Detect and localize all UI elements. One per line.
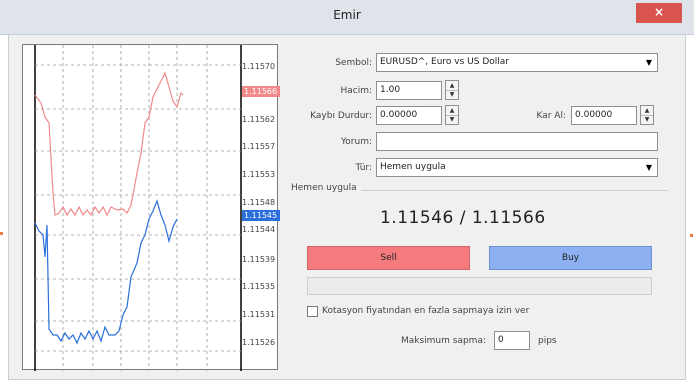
type-value: Hemen uygula [380, 162, 446, 172]
price-scale-label: 1.11535 [242, 282, 276, 291]
bid-ask-price: 1.11546 / 1.11566 [380, 208, 546, 228]
pips-label: pips [538, 336, 557, 346]
max-deviation-label: Maksimum sapma: [400, 336, 486, 346]
ask-price-tag: 1.11566 [242, 86, 280, 97]
ask-price-line [34, 71, 184, 217]
sell-button[interactable]: Sell [307, 246, 470, 270]
price-scale-label: 1.11557 [242, 142, 276, 151]
stepper-down-icon[interactable]: ▼ [446, 90, 458, 99]
symbol-value: EURUSD^, Euro vs US Dollar [380, 57, 509, 67]
symbol-label: Sembol: [335, 58, 372, 68]
max-deviation-input[interactable]: 0 [494, 331, 530, 350]
price-scale-label: 1.11526 [242, 338, 276, 347]
volume-stepper[interactable]: ▲ ▼ [445, 80, 459, 100]
type-select[interactable]: Hemen uygula ▼ [376, 158, 658, 177]
bid-price-tag: 1.11545 [242, 210, 280, 221]
comment-input[interactable] [376, 132, 658, 151]
tick-chart [22, 44, 278, 371]
take-profit-stepper[interactable]: ▲ ▼ [640, 105, 654, 125]
volume-label: Hacim: [340, 86, 372, 96]
price-scale-label: 1.11553 [242, 170, 276, 179]
comment-label: Yorum: [340, 137, 372, 147]
close-button[interactable]: × [636, 3, 682, 23]
tick-chart-canvas [34, 45, 242, 371]
chevron-down-icon: ▼ [645, 163, 652, 172]
price-scale-label: 1.11562 [242, 115, 276, 124]
buy-button[interactable]: Buy [489, 246, 652, 270]
chevron-down-icon: ▼ [645, 58, 652, 67]
stepper-down-icon[interactable]: ▼ [446, 115, 458, 124]
stop-loss-label: Kaybı Durdur: [310, 111, 372, 121]
bid-price-line [34, 199, 178, 345]
price-scale-label: 1.11531 [242, 310, 276, 319]
price-scale-label: 1.11548 [242, 198, 276, 207]
price-scale-label: 1.11570 [242, 62, 276, 71]
window-title: Emir [333, 8, 361, 22]
volume-input[interactable]: 1.00 [376, 81, 442, 100]
execution-status-bar [307, 277, 652, 295]
price-scale-label: 1.11539 [242, 255, 276, 264]
background-artifact [690, 234, 693, 237]
symbol-select[interactable]: EURUSD^, Euro vs US Dollar ▼ [376, 53, 658, 72]
title-bar[interactable]: Emir × [0, 0, 694, 35]
background-artifact [0, 232, 3, 235]
price-scale-label: 1.11544 [242, 225, 276, 234]
take-profit-label: Kar Al: [536, 111, 566, 121]
type-label: Tür: [355, 163, 372, 173]
execution-group-title: Hemen uygula [291, 183, 361, 193]
take-profit-input[interactable]: 0.00000 [571, 106, 637, 125]
stop-loss-stepper[interactable]: ▲ ▼ [445, 105, 459, 125]
stop-loss-input[interactable]: 0.00000 [376, 106, 442, 125]
stepper-down-icon[interactable]: ▼ [641, 115, 653, 124]
max-deviation-checkbox[interactable] [307, 306, 318, 317]
max-deviation-checkbox-label[interactable]: Kotasyon fiyatından en fazla sapmaya izi… [322, 306, 529, 316]
